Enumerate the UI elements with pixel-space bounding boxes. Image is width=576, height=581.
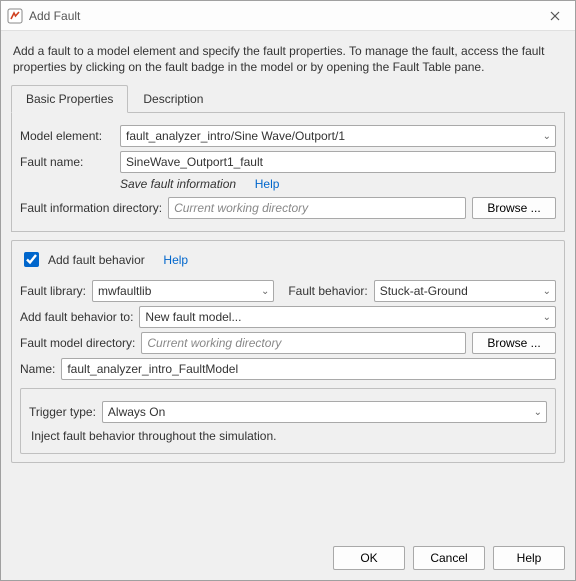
fault-behavior-value: Stuck-at-Ground bbox=[380, 284, 468, 298]
fault-model-name-label: Name: bbox=[20, 362, 55, 376]
fault-library-select[interactable]: mwfaultlib ⌄ bbox=[92, 280, 274, 302]
fault-behavior-group: Add fault behavior Help Fault library: m… bbox=[11, 240, 565, 463]
save-fault-help-link[interactable]: Help bbox=[255, 177, 280, 191]
add-fault-behavior-checkbox[interactable] bbox=[24, 252, 39, 267]
model-element-select[interactable]: fault_analyzer_intro/Sine Wave/Outport/1… bbox=[120, 125, 556, 147]
help-button[interactable]: Help bbox=[493, 546, 565, 570]
chevron-down-icon: ⌄ bbox=[543, 312, 551, 323]
add-fault-dialog: Add Fault Add a fault to a model element… bbox=[0, 0, 576, 581]
fault-model-dir-label: Fault model directory: bbox=[20, 336, 135, 350]
chevron-down-icon: ⌄ bbox=[543, 131, 551, 142]
tab-basic-properties[interactable]: Basic Properties bbox=[11, 85, 128, 113]
dialog-footer: OK Cancel Help bbox=[1, 538, 575, 580]
chevron-down-icon: ⌄ bbox=[543, 286, 551, 297]
basic-properties-panel: Model element: fault_analyzer_intro/Sine… bbox=[11, 113, 565, 232]
fault-behavior-select[interactable]: Stuck-at-Ground ⌄ bbox=[374, 280, 556, 302]
fault-behavior-label: Fault behavior: bbox=[288, 284, 367, 298]
trigger-type-value: Always On bbox=[108, 405, 165, 419]
intro-text: Add a fault to a model element and speci… bbox=[13, 43, 563, 75]
trigger-type-select[interactable]: Always On ⌄ bbox=[102, 401, 547, 423]
add-behavior-to-select[interactable]: New fault model... ⌄ bbox=[139, 306, 556, 328]
fault-info-dir-browse-button[interactable]: Browse ... bbox=[472, 197, 556, 219]
ok-button[interactable]: OK bbox=[333, 546, 405, 570]
add-fault-behavior-help-link[interactable]: Help bbox=[163, 253, 188, 267]
model-element-label: Model element: bbox=[20, 129, 114, 143]
fault-model-dir-browse-button[interactable]: Browse ... bbox=[472, 332, 556, 354]
fault-info-dir-label: Fault information directory: bbox=[20, 201, 162, 215]
save-fault-note: Save fault information bbox=[120, 177, 236, 191]
fault-name-input[interactable] bbox=[120, 151, 556, 173]
fault-library-label: Fault library: bbox=[20, 284, 86, 298]
add-behavior-to-value: New fault model... bbox=[145, 310, 241, 324]
chevron-down-icon: ⌄ bbox=[261, 286, 269, 297]
cancel-button[interactable]: Cancel bbox=[413, 546, 485, 570]
tab-bar: Basic Properties Description bbox=[11, 85, 565, 113]
model-element-value: fault_analyzer_intro/Sine Wave/Outport/1 bbox=[126, 129, 345, 143]
fault-name-label: Fault name: bbox=[20, 155, 114, 169]
add-fault-behavior-label: Add fault behavior bbox=[48, 253, 145, 267]
titlebar: Add Fault bbox=[1, 1, 575, 31]
trigger-type-label: Trigger type: bbox=[29, 405, 96, 419]
trigger-description: Inject fault behavior throughout the sim… bbox=[31, 429, 545, 443]
add-behavior-to-label: Add fault behavior to: bbox=[20, 310, 133, 324]
fault-info-dir-input[interactable] bbox=[168, 197, 466, 219]
chevron-down-icon: ⌄ bbox=[534, 407, 542, 418]
tab-description[interactable]: Description bbox=[128, 85, 218, 113]
trigger-group: Trigger type: Always On ⌄ Inject fault b… bbox=[20, 388, 556, 454]
fault-model-dir-input[interactable] bbox=[141, 332, 466, 354]
fault-library-value: mwfaultlib bbox=[98, 284, 151, 298]
close-icon bbox=[550, 11, 560, 21]
app-icon bbox=[7, 8, 23, 24]
fault-model-name-input[interactable] bbox=[61, 358, 556, 380]
window-title: Add Fault bbox=[29, 9, 535, 23]
close-button[interactable] bbox=[535, 1, 575, 31]
